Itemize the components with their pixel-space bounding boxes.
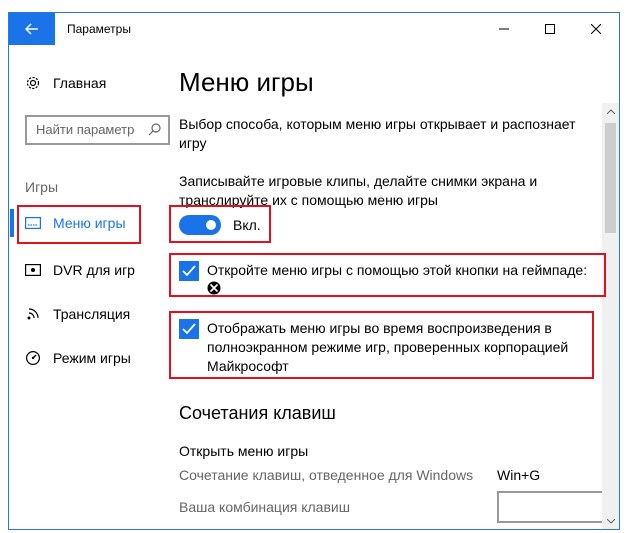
section-label-games: Игры — [25, 179, 59, 195]
chevron-up-icon — [606, 108, 615, 114]
sidebar-item-dvr[interactable]: DVR для игр — [25, 260, 135, 280]
back-button[interactable] — [9, 13, 55, 45]
maximize-icon — [545, 24, 555, 34]
back-arrow-icon — [25, 23, 38, 35]
minimize-icon — [499, 28, 509, 30]
window-title: Параметры — [67, 22, 131, 36]
search-input[interactable]: Найти параметр — [25, 115, 170, 145]
active-indicator — [10, 209, 14, 237]
scroll-down-button[interactable] — [602, 513, 619, 529]
page-description: Выбор способа, которым меню игры открыва… — [179, 116, 576, 151]
highlight-box-fullscreen-option — [169, 311, 594, 379]
title-bar: Параметры — [9, 13, 619, 45]
close-icon — [591, 24, 601, 34]
gear-icon — [26, 76, 40, 90]
sidebar-item-game-mode[interactable]: Режим игры — [25, 348, 131, 368]
sidebar-item-label: Трансляция — [53, 306, 131, 322]
shortcuts-heading: Сочетания клавиш — [179, 403, 336, 423]
scroll-thumb[interactable] — [605, 123, 616, 233]
default-shortcut-value: Win+G — [497, 467, 541, 483]
sidebar-item-label: DVR для игр — [53, 262, 135, 278]
nav-home-label: Главная — [53, 75, 107, 91]
dvr-icon — [25, 262, 41, 278]
highlight-box-controller-option — [169, 253, 606, 297]
scrollbar[interactable] — [602, 103, 619, 529]
broadcast-icon — [25, 306, 41, 322]
open-menu-label: Открыть меню игры — [179, 443, 309, 459]
scroll-up-button[interactable] — [602, 103, 619, 119]
game-mode-icon — [25, 350, 41, 366]
maximize-button[interactable] — [527, 13, 573, 45]
settings-window: Параметры Главная Найти параметр Игры Ме… — [8, 12, 620, 530]
minimize-button[interactable] — [481, 13, 527, 45]
search-icon — [148, 123, 161, 136]
nav-home[interactable]: Главная — [25, 75, 106, 91]
chevron-down-icon — [606, 518, 615, 524]
highlight-box-toggle — [169, 205, 271, 243]
default-shortcut-label: Сочетание клавиш, отведенное для Windows — [179, 467, 474, 483]
close-button[interactable] — [573, 13, 619, 45]
custom-shortcut-label: Ваша комбинация клавиш — [179, 499, 350, 515]
highlight-box-game-bar-nav — [17, 205, 141, 244]
sidebar-item-label: Режим игры — [53, 350, 131, 366]
sidebar-item-broadcast[interactable]: Трансляция — [25, 304, 130, 324]
search-placeholder: Найти параметр — [36, 122, 135, 137]
page-title: Меню игры — [179, 67, 314, 97]
custom-shortcut-input[interactable] — [497, 491, 607, 523]
